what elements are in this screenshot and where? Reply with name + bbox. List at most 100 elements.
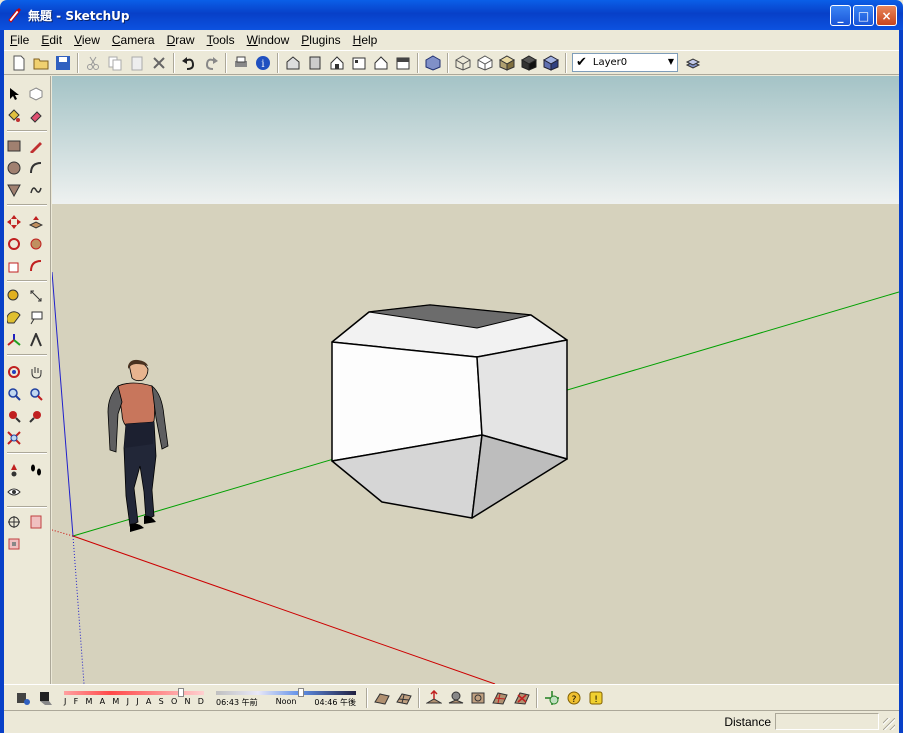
shadow-settings-button[interactable] [12, 687, 34, 709]
menu-help-label: elp [361, 32, 378, 47]
left-view-button[interactable] [392, 52, 414, 74]
next-view-tool[interactable] [26, 406, 46, 426]
axes-tool[interactable] [4, 330, 24, 350]
menu-bar: File Edit View Camera Draw Tools Window … [4, 30, 899, 49]
3d-text-tool[interactable] [26, 330, 46, 350]
get-models-button[interactable]: ? [563, 687, 585, 709]
layer-dropdown[interactable]: ✔ Layer0 ▼ [572, 53, 678, 72]
previous-view-tool[interactable] [4, 406, 24, 426]
open-button[interactable] [30, 52, 52, 74]
measurements-input[interactable] [775, 713, 879, 730]
scale-tool[interactable] [4, 256, 24, 276]
drape-button[interactable] [467, 687, 489, 709]
close-button[interactable]: × [876, 5, 897, 26]
rotate-tool[interactable] [4, 234, 24, 254]
save-button[interactable] [52, 52, 74, 74]
menu-draw[interactable]: Draw [161, 33, 201, 47]
follow-me-tool[interactable] [26, 234, 46, 254]
dimension-tool[interactable] [26, 286, 46, 306]
protractor-tool[interactable] [4, 308, 24, 328]
menu-tools[interactable]: Tools [201, 33, 241, 47]
zoom-window-tool[interactable] [26, 384, 46, 404]
walk-tool[interactable] [26, 460, 46, 480]
hidden-line-button[interactable] [474, 52, 496, 74]
right-view-button[interactable] [348, 52, 370, 74]
offset-tool[interactable] [26, 256, 46, 276]
flip-edge-button[interactable] [511, 687, 533, 709]
zoom-extents-tool[interactable] [4, 428, 24, 448]
make-component-tool[interactable] [26, 84, 46, 104]
back-view-button[interactable] [370, 52, 392, 74]
shaded-textures-button[interactable] [518, 52, 540, 74]
menu-plugins[interactable]: Plugins [295, 33, 346, 47]
month-slider[interactable]: J F M A M J J A S O N D [64, 687, 204, 708]
arc-tool[interactable] [26, 158, 46, 178]
layer-manager-button[interactable] [682, 52, 704, 74]
move-tool[interactable] [4, 212, 24, 232]
zoom-tool[interactable] [4, 384, 24, 404]
circle-tool[interactable] [4, 158, 24, 178]
display-section-planes-tool[interactable] [26, 512, 46, 532]
add-detail-button[interactable] [489, 687, 511, 709]
tape-measure-tool[interactable] [4, 286, 24, 306]
shaded-button[interactable] [496, 52, 518, 74]
viewport-canvas [52, 76, 899, 684]
sandbox-from-scratch-button[interactable] [393, 687, 415, 709]
orbit-tool[interactable] [4, 362, 24, 382]
menu-window[interactable]: Window [241, 33, 296, 47]
freehand-tool[interactable] [26, 180, 46, 200]
front-view-button[interactable] [326, 52, 348, 74]
scale-icon [8, 262, 19, 273]
share-model-button[interactable]: ! [585, 687, 607, 709]
select-tool[interactable] [4, 84, 24, 104]
smoove-button[interactable] [423, 687, 445, 709]
layer-dropdown-value: Layer0 [592, 57, 628, 68]
hidden-line-cube-icon [477, 54, 493, 71]
iso-view-button[interactable] [282, 52, 304, 74]
drape-icon [471, 692, 485, 703]
wireframe-button[interactable] [452, 52, 474, 74]
month-slider-thumb[interactable] [178, 687, 184, 697]
top-view-button[interactable] [304, 52, 326, 74]
print-button[interactable] [230, 52, 252, 74]
menu-edit[interactable]: Edit [35, 33, 68, 47]
section-plane-tool[interactable] [4, 512, 24, 532]
month-label: M [112, 696, 120, 706]
maximize-button[interactable]: □ [853, 5, 874, 26]
pan-tool[interactable] [26, 362, 46, 382]
add-location-button[interactable] [541, 687, 563, 709]
text-tool[interactable] [26, 308, 46, 328]
arc-icon [30, 162, 42, 174]
modeling-viewport[interactable] [52, 76, 899, 684]
new-button[interactable] [8, 52, 30, 74]
minimize-button[interactable]: _ [830, 5, 851, 26]
paint-bucket-tool[interactable] [4, 106, 24, 126]
display-section-cuts-tool[interactable] [4, 534, 24, 554]
menu-help[interactable]: Help [347, 33, 384, 47]
time-slider-thumb[interactable] [298, 687, 304, 697]
paste-button[interactable] [126, 52, 148, 74]
menu-camera[interactable]: Camera [106, 33, 161, 47]
copy-button[interactable] [104, 52, 126, 74]
look-around-tool[interactable] [4, 482, 24, 502]
xray-button[interactable] [422, 52, 444, 74]
erase-button[interactable] [148, 52, 170, 74]
polygon-tool[interactable] [4, 180, 24, 200]
monochrome-button[interactable] [540, 52, 562, 74]
menu-file[interactable]: File [4, 33, 35, 47]
model-info-button[interactable]: i [252, 52, 274, 74]
position-camera-tool[interactable] [4, 460, 24, 480]
sandbox-from-contours-button[interactable] [371, 687, 393, 709]
rectangle-tool[interactable] [4, 136, 24, 156]
undo-button[interactable] [178, 52, 200, 74]
menu-view[interactable]: View [68, 33, 106, 47]
resize-grip[interactable] [883, 718, 895, 730]
redo-button[interactable] [200, 52, 222, 74]
stamp-button[interactable] [445, 687, 467, 709]
time-slider[interactable]: 06:43 午前 Noon 04:46 午後 [216, 687, 356, 708]
cut-button[interactable] [82, 52, 104, 74]
display-shadows-button[interactable] [34, 687, 56, 709]
push-pull-tool[interactable] [26, 212, 46, 232]
eraser-tool[interactable] [26, 106, 46, 126]
line-tool[interactable] [26, 136, 46, 156]
